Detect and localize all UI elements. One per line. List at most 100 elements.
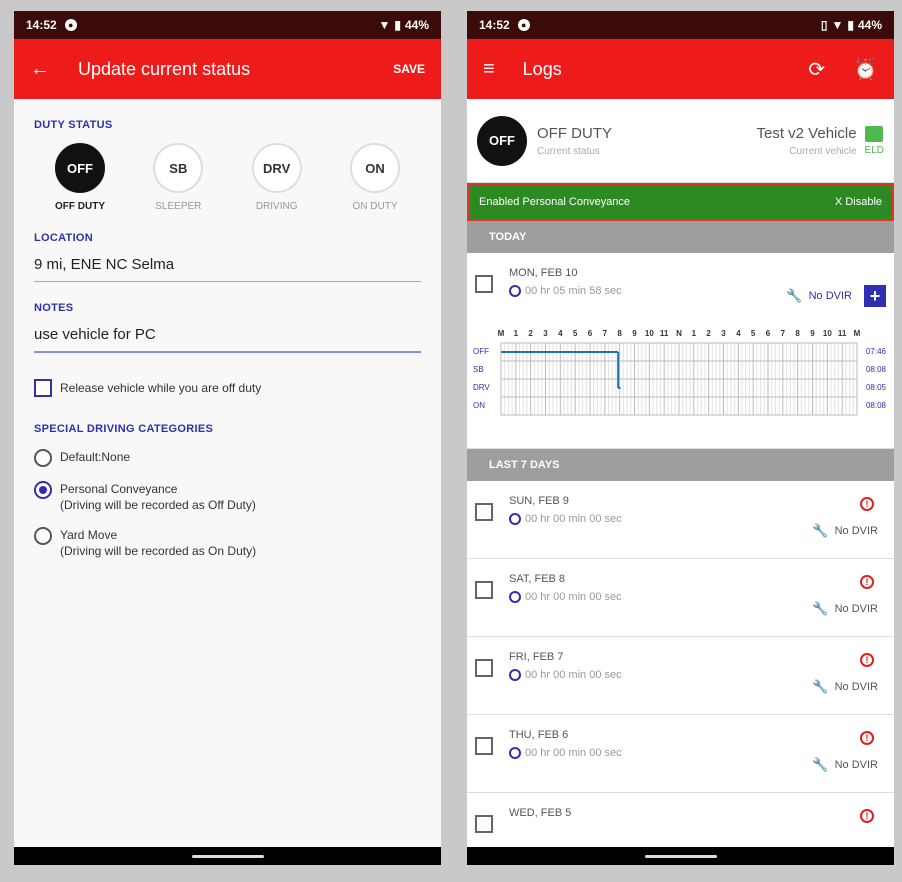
log-list-item[interactable]: FRI, FEB 7 00 hr 00 min 00 sec! 🔧 No DVIR [467,637,894,715]
today-log-card[interactable]: MON, FEB 10 00 hr 05 min 58 sec 🔧 No DVI… [467,253,894,449]
duty-option-on[interactable]: ON ON DUTY [339,143,411,212]
release-vehicle-label: Release vehicle while you are off duty [60,381,262,395]
clock-icon [509,747,521,759]
log-list-item[interactable]: THU, FEB 6 00 hr 00 min 00 sec! 🔧 No DVIR [467,715,894,793]
duty-code[interactable]: SB [153,143,204,193]
release-vehicle-option[interactable]: Release vehicle while you are off duty [34,379,421,397]
page-title: Logs [522,58,562,79]
banner-text: Enabled Personal Conveyance [479,196,631,208]
page-title: Update current status [78,58,251,79]
hamburger-menu-icon[interactable]: ≡ [483,58,495,81]
radio-button[interactable] [34,449,52,467]
dvir-status[interactable]: No DVIR [835,759,878,771]
status-bar: 14:52 ● ▼ ▮ 44% [14,11,441,39]
log-duration: 00 hr 05 min 58 sec [525,285,622,297]
clock-icon [509,285,521,297]
log-date: WED, FEB 5 [509,807,572,819]
release-vehicle-checkbox[interactable] [34,379,52,397]
alert-icon[interactable]: ! [860,731,874,745]
log-date: FRI, FEB 7 [509,651,564,663]
duty-label: SLEEPER [155,201,202,212]
special-driving-option[interactable]: Personal Conveyance (Driving will be reco… [34,481,421,513]
disable-button[interactable]: X Disable [835,196,882,208]
duty-status-selector: OFF OFF DUTY SB SLEEPER DRV DRIVING ON ON DUTY [34,143,421,212]
navigation-bar [14,847,441,865]
wrench-icon: 🔧 [812,679,829,694]
wrench-icon: 🔧 [786,288,803,303]
log-date: SAT, FEB 8 [509,573,566,585]
current-status-badge: OFF [477,115,527,166]
special-driving-label: SPECIAL DRIVING CATEGORIES [34,423,214,435]
save-button[interactable]: SAVE [393,62,425,76]
wrench-icon: 🔧 [812,601,829,616]
log-checkbox[interactable] [475,815,493,833]
duty-option-sb[interactable]: SB SLEEPER [142,143,214,212]
eld-label: ELD [864,144,884,156]
log-checkbox[interactable] [475,275,493,293]
personal-conveyance-banner: Enabled Personal Conveyance X Disable [467,183,894,221]
dvir-status[interactable]: No DVIR [809,290,852,302]
duty-code[interactable]: DRV [251,143,302,193]
option-description: (Driving will be recorded as Off Duty) [60,498,256,512]
add-dvir-button[interactable]: + [864,285,886,307]
location-field[interactable]: 9 mi, ENE NC Selma [34,256,421,282]
battery-level: 44% [404,18,429,32]
battery-level: 44% [857,18,882,32]
alarm-clock-icon[interactable]: ⏰ [853,57,878,82]
log-date: MON, FEB 10 [509,267,578,279]
status-bar: 14:52 ● ▯ ▼ ▮ 44% [467,11,894,39]
today-header: TODAY [467,221,894,253]
special-driving-option[interactable]: Default:None [34,449,421,467]
dvir-status[interactable]: No DVIR [835,525,878,537]
status-time: 14:52 [479,18,510,32]
current-status-caption: Current status [537,145,600,157]
app-bar: ← Update current status SAVE [14,39,441,99]
clock-icon [509,669,521,681]
log-checkbox[interactable] [475,581,493,599]
duty-code[interactable]: OFF [55,143,105,193]
app-bar: ≡ Logs ⟳ ⏰ [467,39,894,99]
log-checkbox[interactable] [475,659,493,677]
wrench-icon: 🔧 [812,523,829,538]
home-gesture-pill[interactable] [644,854,717,858]
current-vehicle-caption: Current vehicle [789,145,857,157]
sync-icon[interactable]: ⟳ [808,57,825,82]
current-status-card[interactable]: OFF OFF DUTY Current status Test v2 Vehi… [467,99,894,183]
vibrate-icon: ▯ [820,18,828,32]
radio-button[interactable] [34,527,52,545]
duty-option-off[interactable]: OFF OFF DUTY [44,143,116,212]
log-list-item[interactable]: SUN, FEB 9 00 hr 00 min 00 sec! 🔧 No DVIR [467,481,894,559]
option-description: (Driving will be recorded as On Duty) [60,544,257,558]
log-date: THU, FEB 6 [509,729,569,741]
log-checkbox[interactable] [475,503,493,521]
arrow-left-icon[interactable]: ← [30,58,50,81]
special-driving-options: Default:None Personal Conveyance (Driving … [34,449,421,559]
status-time: 14:52 [26,18,57,32]
wifi-icon: ▼ [378,18,391,32]
navigation-bar [467,847,894,865]
radio-button[interactable] [34,481,52,499]
alert-icon[interactable]: ! [860,497,874,511]
notes-label: NOTES [34,302,74,314]
log-checkbox[interactable] [475,737,493,755]
current-status-value: OFF DUTY [537,124,612,142]
alert-icon[interactable]: ! [860,575,874,589]
special-driving-option[interactable]: Yard Move (Driving will be recorded as On… [34,527,421,559]
battery-icon: ▮ [394,18,401,32]
past-logs-list: SUN, FEB 9 00 hr 00 min 00 sec! 🔧 No DVIR SA… [467,481,894,865]
duty-grid [500,342,858,416]
home-gesture-pill[interactable] [191,854,264,858]
location-label: LOCATION [34,232,94,244]
wrench-icon: 🔧 [812,757,829,772]
duty-option-drv[interactable]: DRV DRIVING [241,143,313,212]
duty-code[interactable]: ON [349,143,400,193]
log-list-item[interactable]: SAT, FEB 8 00 hr 00 min 00 sec! 🔧 No DVIR [467,559,894,637]
alert-icon[interactable]: ! [860,809,874,823]
duty-log-graph: M 1 2 3 4 5 6 7 8 9 10 11 N 1 2 3 4 5 6 7 8 9 10 11 M OFF SB DRV ON 0… [467,329,894,439]
alert-icon[interactable]: ! [860,653,874,667]
dvir-status[interactable]: No DVIR [835,603,878,615]
log-duration: 00 hr 00 min 00 sec [525,669,622,681]
duty-label: DRIVING [255,201,298,212]
dvir-status[interactable]: No DVIR [835,681,878,693]
notes-field[interactable]: use vehicle for PC [34,326,421,353]
